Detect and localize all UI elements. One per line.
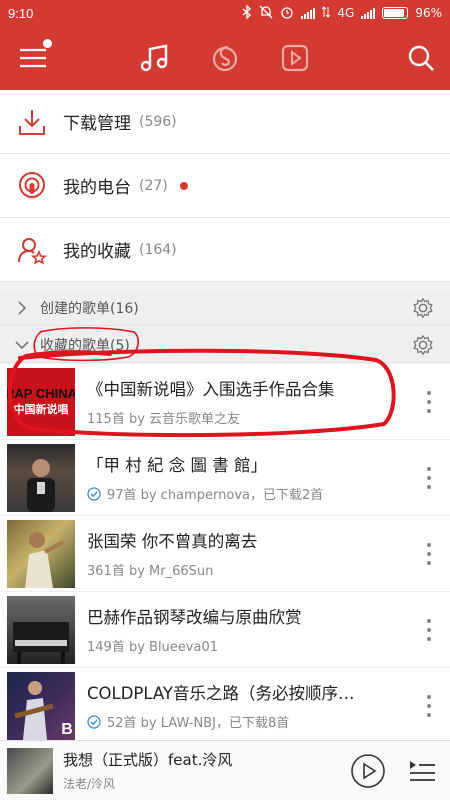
- menu-button[interactable]: [10, 26, 56, 90]
- quick-item-label: 我的电台: [63, 178, 131, 198]
- downloaded-check-icon: [87, 486, 101, 501]
- collected-playlists: RAP CHINA 中国新说唱 《中国新说唱》入围选手作品合集 115首 by …: [0, 364, 450, 744]
- download-icon: [16, 106, 48, 138]
- playlist-cover: [7, 519, 75, 588]
- new-badge-dot: [179, 181, 188, 190]
- quick-access-list: 下载管理 (596) 我的电台 (27) 我的收藏 (164): [0, 90, 450, 282]
- playlist-subtitle: 52首 by LAW-NBJ，已下载8首: [107, 716, 290, 731]
- more-options-icon[interactable]: [426, 543, 432, 565]
- bluetooth-icon: [242, 3, 252, 22]
- play-button[interactable]: [350, 753, 386, 789]
- more-options-icon[interactable]: [426, 391, 432, 413]
- playlist-cover: [7, 443, 75, 512]
- section-title: 创建的歌单(16): [40, 300, 139, 317]
- battery-percent: 96%: [415, 6, 442, 20]
- now-playing-title: 我想（正式版）feat.泠风: [63, 751, 233, 769]
- playlist-title: 张国荣 你不曾真的离去: [87, 532, 258, 551]
- now-playing-bar[interactable]: 我想（正式版）feat.泠风 法老/泠风: [0, 740, 450, 800]
- signal-icon-2: [361, 7, 376, 19]
- video-icon: [281, 44, 309, 72]
- playlist-row[interactable]: 张国荣 你不曾真的离去 361首 by Mr_66Sun: [0, 516, 450, 592]
- chevron-right-icon: [14, 300, 30, 316]
- alarm-icon: [280, 5, 294, 22]
- my-radio-item[interactable]: 我的电台 (27): [0, 154, 450, 218]
- collected-playlists-header[interactable]: 收藏的歌单(5): [0, 327, 450, 363]
- quick-item-label: 下载管理: [63, 114, 131, 134]
- playlist-subtitle: 361首 by Mr_66Sun: [87, 564, 214, 579]
- playlist-row[interactable]: 「甲 村 紀 念 圖 書 館」 97首 by champernova，已下载2首: [0, 440, 450, 516]
- playlist-cover: B: [7, 671, 75, 740]
- download-manager-item[interactable]: 下载管理 (596): [0, 90, 450, 154]
- now-playing-artist: 法老/泠风: [63, 777, 116, 791]
- section-title: 收藏的歌单(5): [40, 337, 130, 354]
- playlist-title: 「甲 村 紀 念 圖 書 館」: [87, 456, 267, 475]
- data-arrows-icon: [322, 5, 331, 21]
- search-button[interactable]: [398, 26, 444, 90]
- status-bar: 9:10 4G 96%: [0, 0, 450, 26]
- created-playlists-header[interactable]: 创建的歌单(16): [0, 290, 450, 326]
- playlist-row[interactable]: B COLDPLAY音乐之路（务必按顺序… 52首 by LAW-NBJ，已下载…: [0, 668, 450, 744]
- playlist-subtitle: 97首 by champernova，已下载2首: [107, 488, 324, 503]
- quick-item-count: (164): [139, 241, 177, 258]
- notification-dot: [43, 39, 52, 48]
- mute-icon: [259, 5, 273, 22]
- more-options-icon[interactable]: [426, 467, 432, 489]
- quick-item-count: (27): [139, 177, 168, 194]
- search-icon: [408, 45, 434, 71]
- playlist-subtitle: 115首 by 云音乐歌单之友: [87, 412, 241, 427]
- more-options-icon[interactable]: [426, 619, 432, 641]
- now-playing-cover: [7, 747, 53, 794]
- chevron-down-icon: [14, 337, 30, 353]
- status-time: 9:10: [8, 5, 34, 21]
- tab-my-music[interactable]: [132, 26, 178, 90]
- cover-text-bottom: 中国新说唱: [14, 402, 69, 416]
- quick-item-label: 我的收藏: [63, 242, 131, 262]
- signal-icon: [301, 7, 316, 19]
- cover-badge: B: [61, 721, 73, 738]
- network-type: 4G: [337, 6, 355, 20]
- app-header: [0, 26, 450, 90]
- playlist-title: COLDPLAY音乐之路（务必按顺序…: [87, 684, 355, 703]
- user-star-icon: [16, 234, 48, 266]
- playlist-row[interactable]: 巴赫作品钢琴改编与原曲欣赏 149首 by Blueeva01: [0, 592, 450, 668]
- gear-icon[interactable]: [412, 297, 434, 319]
- cover-text-top: RAP CHINA: [7, 386, 75, 401]
- downloaded-check-icon: [87, 714, 101, 729]
- more-options-icon[interactable]: [426, 695, 432, 717]
- tab-discover[interactable]: [200, 26, 250, 90]
- hamburger-icon: [20, 48, 46, 68]
- quick-item-count: (596): [139, 113, 177, 130]
- podcast-icon: [16, 170, 48, 202]
- my-collection-item[interactable]: 我的收藏 (164): [0, 218, 450, 282]
- playlist-title: 《中国新说唱》入围选手作品合集: [87, 380, 335, 399]
- playlist-cover: RAP CHINA 中国新说唱: [7, 367, 75, 436]
- gear-icon[interactable]: [412, 334, 434, 356]
- playlist-subtitle: 149首 by Blueeva01: [87, 640, 218, 655]
- playlist-row[interactable]: RAP CHINA 中国新说唱 《中国新说唱》入围选手作品合集 115首 by …: [0, 364, 450, 440]
- playlist-title: 巴赫作品钢琴改编与原曲欣赏: [87, 608, 302, 627]
- playlist-cover: [7, 595, 75, 664]
- music-note-icon: [140, 44, 168, 72]
- playlist-queue-icon[interactable]: [408, 759, 436, 783]
- tab-video[interactable]: [272, 26, 318, 90]
- battery-icon: [382, 7, 409, 19]
- netease-logo-icon: [212, 45, 238, 72]
